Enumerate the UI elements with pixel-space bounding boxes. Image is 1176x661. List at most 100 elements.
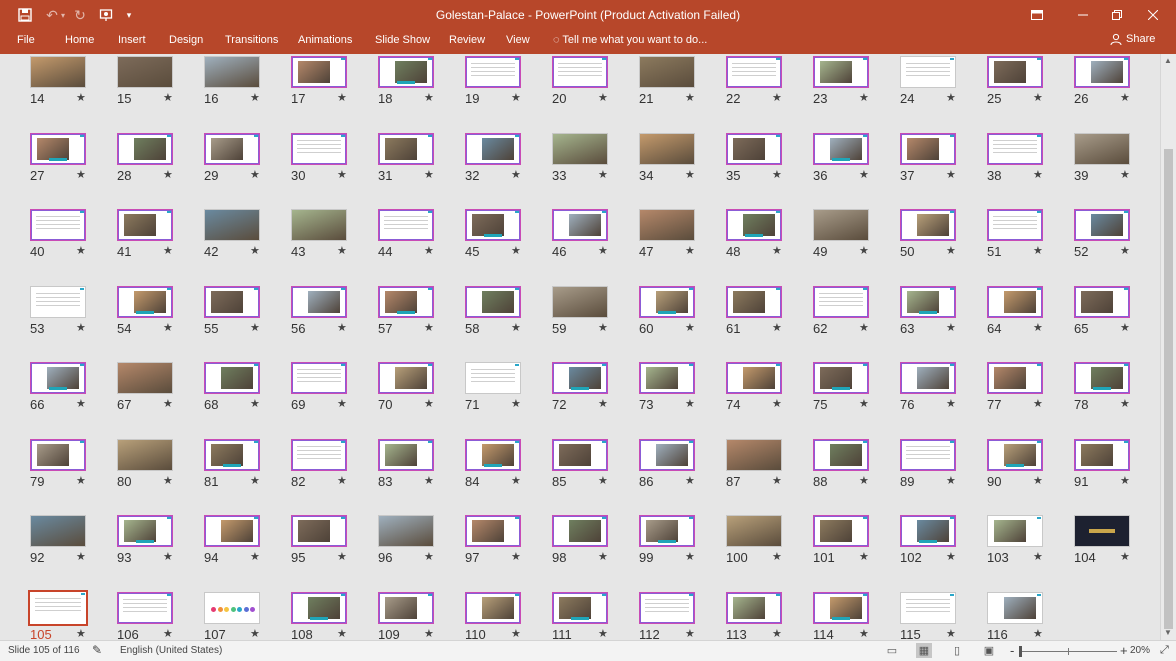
animation-star-icon[interactable]: ★ [163, 321, 173, 334]
animation-star-icon[interactable]: ★ [772, 397, 782, 410]
animation-star-icon[interactable]: ★ [424, 91, 434, 104]
animation-star-icon[interactable]: ★ [946, 627, 956, 640]
animation-star-icon[interactable]: ★ [424, 168, 434, 181]
animation-star-icon[interactable]: ★ [685, 91, 695, 104]
tab-insert[interactable]: Insert [118, 34, 146, 46]
animation-star-icon[interactable]: ★ [598, 168, 608, 181]
animation-star-icon[interactable]: ★ [1033, 474, 1043, 487]
slide-thumbnail[interactable]: 21 ★ [637, 56, 724, 116]
animation-star-icon[interactable]: ★ [337, 550, 347, 563]
tab-animations[interactable]: Animations [298, 34, 352, 46]
slide-thumbnail[interactable]: 75 ★ [811, 362, 898, 422]
slide-thumbnail[interactable]: 71 ★ [463, 362, 550, 422]
animation-star-icon[interactable]: ★ [859, 550, 869, 563]
animation-star-icon[interactable]: ★ [946, 397, 956, 410]
slide-thumbnail[interactable]: 68 ★ [202, 362, 289, 422]
slide-thumbnail[interactable]: 63 ★ [898, 285, 985, 346]
slide-thumbnail[interactable]: 38 ★ [985, 132, 1072, 193]
fit-slide-icon[interactable]: ⤢ [1160, 644, 1169, 657]
animation-star-icon[interactable]: ★ [76, 321, 86, 334]
animation-star-icon[interactable]: ★ [511, 397, 521, 410]
animation-star-icon[interactable]: ★ [163, 627, 173, 640]
animation-star-icon[interactable]: ★ [859, 627, 869, 640]
animation-star-icon[interactable]: ★ [337, 627, 347, 640]
slide-thumbnail[interactable]: 66 ★ [28, 362, 115, 422]
animation-star-icon[interactable]: ★ [76, 168, 86, 181]
slide-thumbnail[interactable]: 90 ★ [985, 438, 1072, 499]
slide-thumbnail[interactable]: 97 ★ [463, 515, 550, 575]
slide-thumbnail[interactable]: 20 ★ [550, 56, 637, 116]
scroll-up-icon[interactable]: ▲ [1164, 56, 1172, 65]
animation-star-icon[interactable]: ★ [1120, 397, 1130, 410]
slide-thumbnail[interactable]: 59 ★ [550, 285, 637, 346]
zoom-out-button[interactable]: - [1010, 643, 1014, 658]
slide-thumbnail[interactable]: 110 ★ [463, 591, 550, 640]
slide-thumbnail[interactable]: 49 ★ [811, 209, 898, 269]
slide-thumbnail[interactable]: 27 ★ [28, 132, 115, 193]
animation-star-icon[interactable]: ★ [1033, 321, 1043, 334]
slide-thumbnail[interactable]: 54 ★ [115, 285, 202, 346]
slide-thumbnail[interactable]: 45 ★ [463, 209, 550, 269]
slide-thumbnail[interactable]: 103 ★ [985, 515, 1072, 575]
vertical-scrollbar[interactable]: ▲ ▼ [1160, 54, 1176, 640]
slide-thumbnail[interactable]: 56 ★ [289, 285, 376, 346]
animation-star-icon[interactable]: ★ [337, 91, 347, 104]
animation-star-icon[interactable]: ★ [772, 474, 782, 487]
slide-thumbnail[interactable]: 83 ★ [376, 438, 463, 499]
slide-thumbnail[interactable]: 77 ★ [985, 362, 1072, 422]
language-status[interactable]: English (United States) [120, 645, 222, 656]
animation-star-icon[interactable]: ★ [163, 244, 173, 257]
animation-star-icon[interactable]: ★ [337, 474, 347, 487]
slide-thumbnail[interactable]: 47 ★ [637, 209, 724, 269]
slide-thumbnail[interactable]: 61 ★ [724, 285, 811, 346]
animation-star-icon[interactable]: ★ [511, 244, 521, 257]
slide-thumbnail[interactable]: 113 ★ [724, 591, 811, 640]
animation-star-icon[interactable]: ★ [1033, 244, 1043, 257]
slide-thumbnail[interactable]: 80 ★ [115, 438, 202, 499]
tab-home[interactable]: Home [65, 34, 94, 46]
animation-star-icon[interactable]: ★ [598, 397, 608, 410]
tab-view[interactable]: View [506, 34, 530, 46]
animation-star-icon[interactable]: ★ [163, 397, 173, 410]
slide-thumbnail[interactable]: 62 ★ [811, 285, 898, 346]
animation-star-icon[interactable]: ★ [163, 474, 173, 487]
slide-thumbnail[interactable]: 76 ★ [898, 362, 985, 422]
animation-star-icon[interactable]: ★ [163, 91, 173, 104]
animation-star-icon[interactable]: ★ [76, 91, 86, 104]
animation-star-icon[interactable]: ★ [772, 321, 782, 334]
slide-thumbnail[interactable]: 94 ★ [202, 515, 289, 575]
slide-thumbnail[interactable]: 43 ★ [289, 209, 376, 269]
slide-thumbnail[interactable]: 46 ★ [550, 209, 637, 269]
animation-star-icon[interactable]: ★ [772, 91, 782, 104]
slide-thumbnail[interactable]: 34 ★ [637, 132, 724, 193]
slide-thumbnail[interactable]: 29 ★ [202, 132, 289, 193]
animation-star-icon[interactable]: ★ [859, 321, 869, 334]
slide-sorter-view-icon[interactable]: ▦ [916, 643, 932, 658]
tab-review[interactable]: Review [449, 34, 485, 46]
animation-star-icon[interactable]: ★ [424, 627, 434, 640]
slide-thumbnail[interactable]: 95 ★ [289, 515, 376, 575]
animation-star-icon[interactable]: ★ [685, 397, 695, 410]
slide-thumbnail[interactable]: 102 ★ [898, 515, 985, 575]
scroll-down-icon[interactable]: ▼ [1164, 628, 1172, 637]
slide-thumbnail[interactable]: 104 ★ [1072, 515, 1159, 575]
animation-star-icon[interactable]: ★ [511, 168, 521, 181]
slide-thumbnail[interactable]: 32 ★ [463, 132, 550, 193]
slide-thumbnail[interactable]: 25 ★ [985, 56, 1072, 116]
slide-thumbnail[interactable]: 26 ★ [1072, 56, 1159, 116]
animation-star-icon[interactable]: ★ [250, 550, 260, 563]
animation-star-icon[interactable]: ★ [337, 244, 347, 257]
zoom-in-button[interactable]: + [1120, 643, 1128, 658]
slide-thumbnail[interactable]: 70 ★ [376, 362, 463, 422]
slide-thumbnail[interactable]: 35 ★ [724, 132, 811, 193]
slide-thumbnail[interactable]: 105 ★ [28, 589, 115, 640]
animation-star-icon[interactable]: ★ [946, 550, 956, 563]
slide-thumbnail[interactable]: 101 ★ [811, 515, 898, 575]
animation-star-icon[interactable]: ★ [1033, 91, 1043, 104]
ribbon-display-options-icon[interactable] [1014, 0, 1060, 30]
animation-star-icon[interactable]: ★ [946, 244, 956, 257]
slide-thumbnail[interactable]: 17 ★ [289, 56, 376, 116]
slide-thumbnail[interactable]: 89 ★ [898, 438, 985, 499]
animation-star-icon[interactable]: ★ [685, 627, 695, 640]
slide-thumbnail[interactable]: 115 ★ [898, 591, 985, 640]
